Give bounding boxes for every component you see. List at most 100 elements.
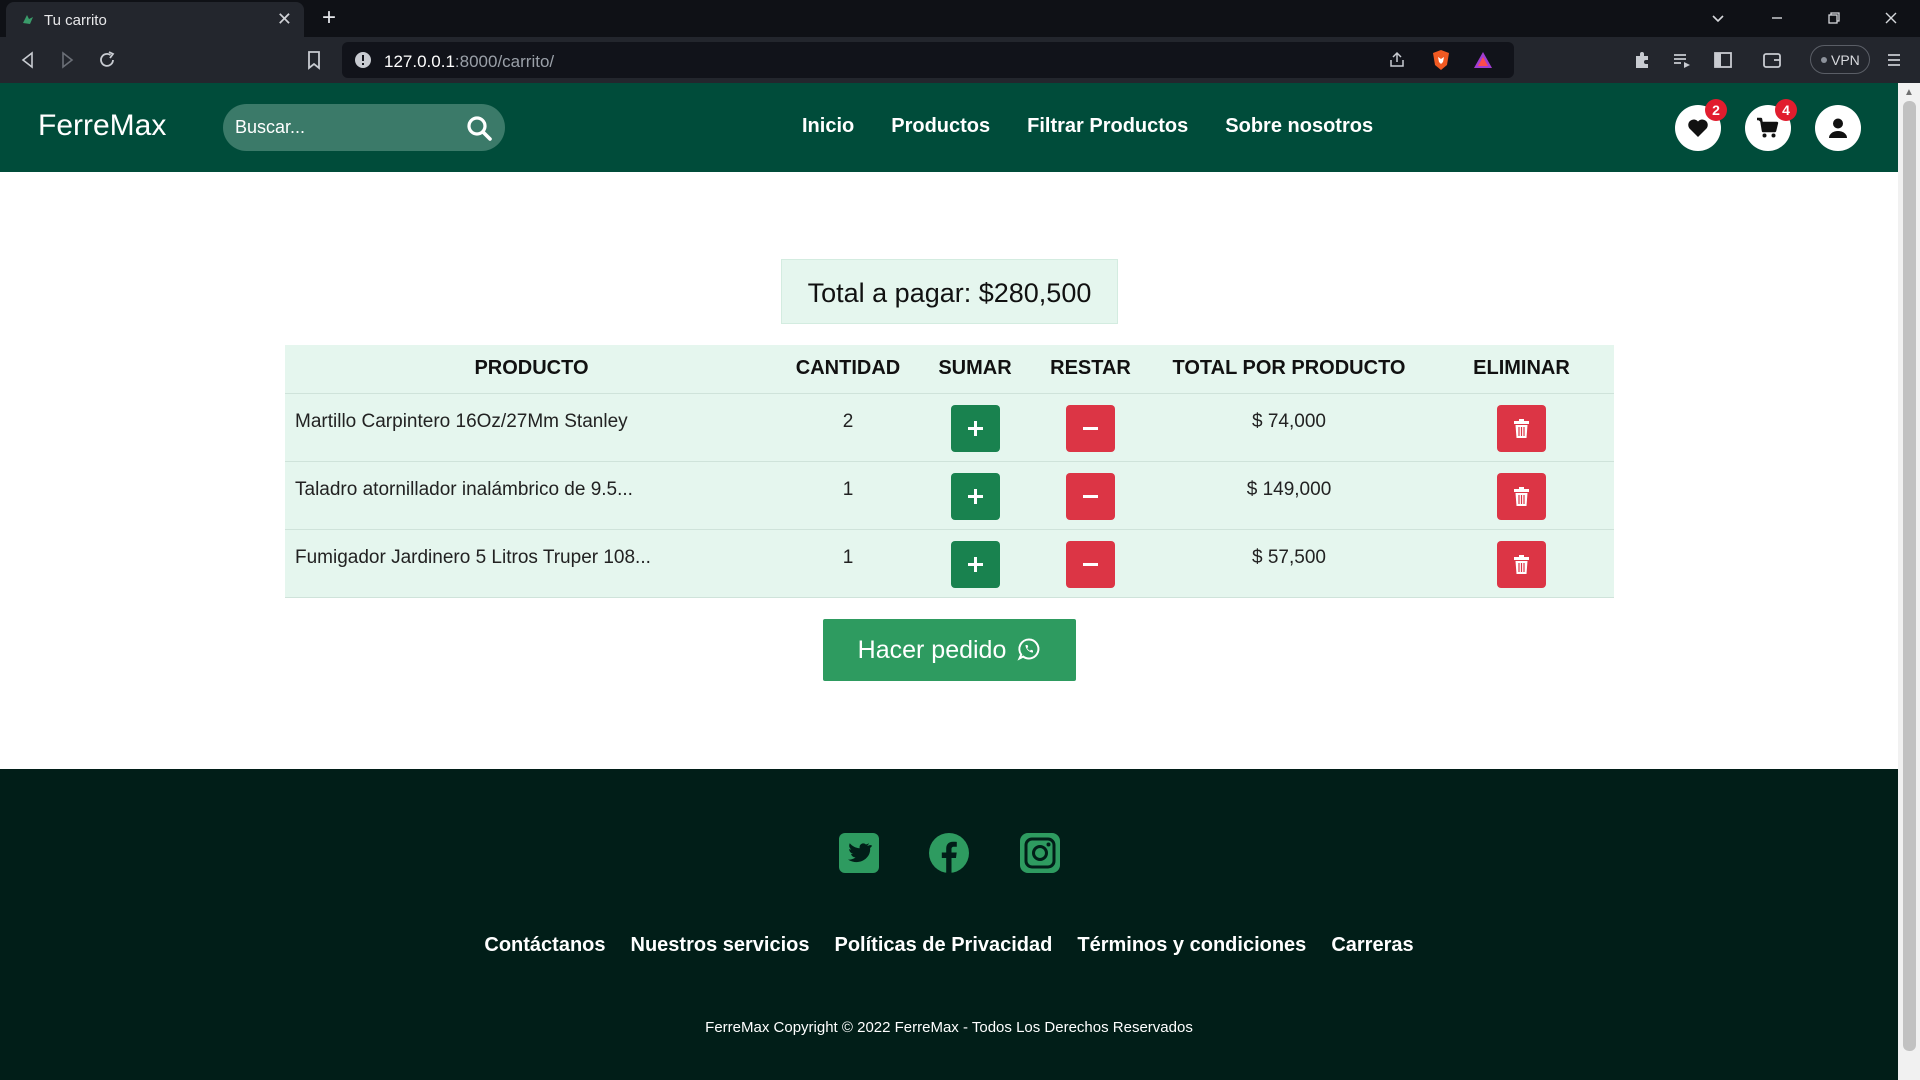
column-header-producto: PRODUCTO xyxy=(285,345,778,394)
page-scrollbar[interactable]: ▲ xyxy=(1898,83,1920,1080)
twitter-icon[interactable] xyxy=(838,832,880,874)
restore-icon[interactable] xyxy=(1826,10,1842,26)
plus-icon xyxy=(967,420,983,436)
tab-title: Tu carrito xyxy=(44,12,107,29)
forward-icon[interactable] xyxy=(55,48,79,72)
subtract-quantity-button[interactable] xyxy=(1066,540,1115,588)
footer-link-contactanos[interactable]: Contáctanos xyxy=(484,934,605,957)
footer-link-terminos-condiciones[interactable]: Términos y condiciones xyxy=(1077,934,1306,957)
add-quantity-button[interactable] xyxy=(950,540,1000,588)
browser-toolbar: 127.0.0.1:8000/carrito/ VPN xyxy=(0,37,1920,83)
wishlist-button[interactable]: 2 xyxy=(1675,99,1727,151)
close-window-icon[interactable] xyxy=(1883,10,1899,26)
product-name[interactable]: Fumigador Jardinero 5 Litros Truper 108.… xyxy=(285,529,778,598)
subtract-quantity-button[interactable] xyxy=(1066,404,1115,452)
column-header-restar: RESTAR xyxy=(1032,345,1149,394)
column-header-eliminar: ELIMINAR xyxy=(1429,345,1614,394)
search-icon[interactable] xyxy=(465,114,493,142)
wishlist-count-badge: 2 xyxy=(1705,99,1727,121)
cart-table: PRODUCTO CANTIDAD SUMAR RESTAR TOTAL POR… xyxy=(285,345,1614,598)
footer-link-carreras[interactable]: Carreras xyxy=(1331,934,1413,957)
product-quantity: 1 xyxy=(778,461,918,530)
sidebar-icon[interactable] xyxy=(1711,48,1735,72)
product-total: $ 149,000 xyxy=(1149,461,1429,530)
reload-icon[interactable] xyxy=(95,48,119,72)
product-quantity: 1 xyxy=(778,529,918,598)
plus-icon xyxy=(967,488,983,504)
browser-tab[interactable]: Tu carrito ✕ xyxy=(6,2,304,37)
site-footer: Contáctanos Nuestros servicios Políticas… xyxy=(0,769,1898,1080)
tab-close-icon[interactable]: ✕ xyxy=(277,9,292,29)
brave-rewards-icon[interactable] xyxy=(1472,49,1494,71)
trash-icon xyxy=(1514,486,1529,506)
add-quantity-button[interactable] xyxy=(950,404,1000,452)
menu-icon[interactable] xyxy=(1882,48,1906,72)
whatsapp-icon xyxy=(1017,638,1040,661)
table-row: Taladro atornillador inalámbrico de 9.5.… xyxy=(285,461,1614,530)
trash-icon xyxy=(1514,554,1529,574)
delete-product-button[interactable] xyxy=(1497,472,1546,520)
vpn-label: VPN xyxy=(1831,52,1860,68)
nav-productos[interactable]: Productos xyxy=(891,115,990,138)
product-total: $ 74,000 xyxy=(1149,393,1429,462)
delete-product-button[interactable] xyxy=(1497,404,1546,452)
footer-link-politicas-privacidad[interactable]: Políticas de Privacidad xyxy=(834,934,1052,957)
site-header: FerreMax Inicio Productos Filtrar Produc… xyxy=(0,83,1898,172)
tab-search-chevron-icon[interactable] xyxy=(1710,10,1726,26)
nav-sobre-nosotros[interactable]: Sobre nosotros xyxy=(1225,115,1373,138)
footer-links: Contáctanos Nuestros servicios Políticas… xyxy=(0,934,1898,957)
footer-link-nuestros-servicios[interactable]: Nuestros servicios xyxy=(631,934,810,957)
vpn-status-dot xyxy=(1821,57,1827,63)
brave-shields-icon[interactable] xyxy=(1430,48,1452,72)
scroll-up-icon[interactable]: ▲ xyxy=(1904,87,1914,98)
delete-product-button[interactable] xyxy=(1497,540,1546,588)
address-bar[interactable]: 127.0.0.1:8000/carrito/ xyxy=(342,42,1514,78)
minus-icon xyxy=(1083,562,1098,566)
site-info-icon[interactable] xyxy=(354,51,372,69)
minimize-icon[interactable] xyxy=(1769,10,1785,26)
wallet-icon[interactable] xyxy=(1760,48,1784,72)
vpn-button[interactable]: VPN xyxy=(1810,45,1870,74)
back-icon[interactable] xyxy=(16,48,40,72)
column-header-total-por-producto: TOTAL POR PRODUCTO xyxy=(1149,345,1429,394)
product-quantity: 2 xyxy=(778,393,918,462)
table-row: Fumigador Jardinero 5 Litros Truper 108.… xyxy=(285,529,1614,598)
extensions-icon[interactable] xyxy=(1630,48,1654,72)
playlist-icon[interactable] xyxy=(1670,48,1694,72)
nav-filtrar-productos[interactable]: Filtrar Productos xyxy=(1027,115,1188,138)
share-icon[interactable] xyxy=(1387,50,1407,70)
shopping-cart-icon xyxy=(1757,117,1779,138)
product-total: $ 57,500 xyxy=(1149,529,1429,598)
scrollbar-thumb[interactable] xyxy=(1903,101,1916,1051)
nav-inicio[interactable]: Inicio xyxy=(802,115,854,138)
logo[interactable]: FerreMax xyxy=(38,109,166,143)
minus-icon xyxy=(1083,426,1098,430)
search-input[interactable] xyxy=(235,115,455,139)
instagram-icon[interactable] xyxy=(1019,832,1061,874)
user-icon xyxy=(1829,118,1847,138)
trash-icon xyxy=(1514,418,1529,438)
product-name[interactable]: Martillo Carpintero 16Oz/27Mm Stanley xyxy=(285,393,778,462)
account-button[interactable] xyxy=(1815,105,1861,151)
cart-count-badge: 4 xyxy=(1775,99,1797,121)
column-header-cantidad: CANTIDAD xyxy=(778,345,918,394)
main-nav: Inicio Productos Filtrar Productos Sobre… xyxy=(802,115,1373,138)
plus-icon xyxy=(967,556,983,572)
subtract-quantity-button[interactable] xyxy=(1066,472,1115,520)
minus-icon xyxy=(1083,494,1098,498)
place-order-label: Hacer pedido xyxy=(857,636,1007,664)
favicon-icon xyxy=(23,15,33,24)
browser-tab-bar: Tu carrito ✕ + xyxy=(0,0,1920,37)
new-tab-button[interactable]: + xyxy=(322,5,336,31)
total-to-pay: Total a pagar: $280,500 xyxy=(781,259,1118,324)
cart-button[interactable]: 4 xyxy=(1745,99,1797,151)
search-bar xyxy=(223,104,505,151)
table-row: Martillo Carpintero 16Oz/27Mm Stanley 2 … xyxy=(285,393,1614,462)
add-quantity-button[interactable] xyxy=(950,472,1000,520)
product-name[interactable]: Taladro atornillador inalámbrico de 9.5.… xyxy=(285,461,778,530)
table-header-row: PRODUCTO CANTIDAD SUMAR RESTAR TOTAL POR… xyxy=(285,345,1614,394)
bookmark-icon[interactable] xyxy=(302,48,326,72)
heart-icon xyxy=(1688,119,1708,137)
facebook-icon[interactable] xyxy=(928,832,970,874)
place-order-button[interactable]: Hacer pedido xyxy=(823,619,1076,681)
